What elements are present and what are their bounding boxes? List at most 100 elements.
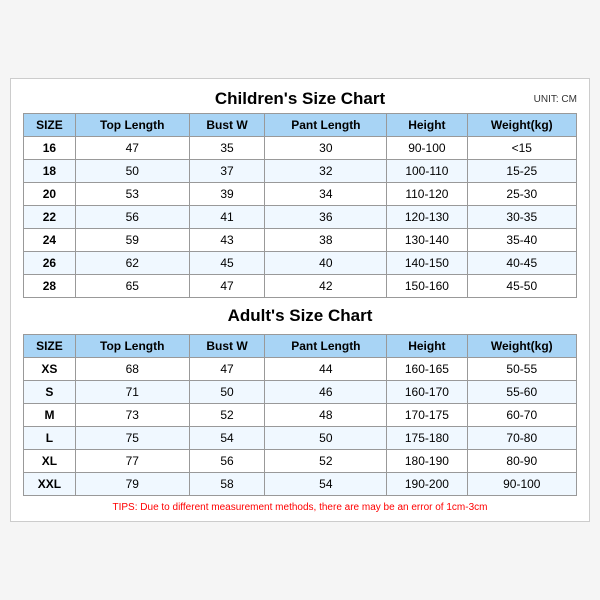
table-cell: 34	[265, 183, 387, 206]
children-col-bust-w: Bust W	[189, 114, 265, 137]
table-cell: 18	[24, 160, 76, 183]
table-cell: 48	[265, 404, 387, 427]
table-cell: XL	[24, 450, 76, 473]
table-cell: 45	[189, 252, 265, 275]
table-cell: L	[24, 427, 76, 450]
table-cell: 47	[75, 137, 189, 160]
table-cell: 71	[75, 381, 189, 404]
table-row: S715046160-17055-60	[24, 381, 577, 404]
table-cell: 54	[265, 473, 387, 496]
table-cell: 39	[189, 183, 265, 206]
table-cell: 41	[189, 206, 265, 229]
table-cell: 170-175	[387, 404, 467, 427]
table-cell: 56	[75, 206, 189, 229]
children-col-weight: Weight(kg)	[467, 114, 576, 137]
adults-col-top-length: Top Length	[75, 335, 189, 358]
table-cell: 54	[189, 427, 265, 450]
table-row: 28654742150-16045-50	[24, 275, 577, 298]
table-cell: 75	[75, 427, 189, 450]
adults-col-height: Height	[387, 335, 467, 358]
table-cell: 65	[75, 275, 189, 298]
table-cell: 36	[265, 206, 387, 229]
table-row: 18503732100-11015-25	[24, 160, 577, 183]
table-row: XS684744160-16550-55	[24, 358, 577, 381]
adults-col-weight: Weight(kg)	[467, 335, 576, 358]
table-cell: 47	[189, 275, 265, 298]
table-cell: 90-100	[467, 473, 576, 496]
adults-col-bust-w: Bust W	[189, 335, 265, 358]
table-cell: S	[24, 381, 76, 404]
table-cell: 42	[265, 275, 387, 298]
table-cell: 15-25	[467, 160, 576, 183]
table-cell: 90-100	[387, 137, 467, 160]
table-row: 22564136120-13030-35	[24, 206, 577, 229]
table-cell: 35-40	[467, 229, 576, 252]
table-cell: 25-30	[467, 183, 576, 206]
table-cell: 32	[265, 160, 387, 183]
adults-section: Adult's Size Chart SIZE Top Length Bust …	[23, 306, 577, 496]
table-row: L755450175-18070-80	[24, 427, 577, 450]
table-cell: 50-55	[467, 358, 576, 381]
table-cell: 160-170	[387, 381, 467, 404]
table-cell: 38	[265, 229, 387, 252]
table-cell: 175-180	[387, 427, 467, 450]
table-row: 24594338130-14035-40	[24, 229, 577, 252]
table-cell: <15	[467, 137, 576, 160]
table-cell: 50	[265, 427, 387, 450]
table-cell: 79	[75, 473, 189, 496]
unit-label: UNIT: CM	[534, 94, 577, 105]
table-cell: 73	[75, 404, 189, 427]
children-table: SIZE Top Length Bust W Pant Length Heigh…	[23, 113, 577, 298]
table-cell: 28	[24, 275, 76, 298]
table-cell: 20	[24, 183, 76, 206]
table-cell: 120-130	[387, 206, 467, 229]
table-row: 20533934110-12025-30	[24, 183, 577, 206]
table-cell: 43	[189, 229, 265, 252]
table-cell: 47	[189, 358, 265, 381]
table-cell: 77	[75, 450, 189, 473]
children-title: Children's Size Chart	[215, 89, 385, 109]
adults-table: SIZE Top Length Bust W Pant Length Heigh…	[23, 334, 577, 496]
children-col-top-length: Top Length	[75, 114, 189, 137]
table-cell: 16	[24, 137, 76, 160]
table-cell: 30-35	[467, 206, 576, 229]
table-cell: 190-200	[387, 473, 467, 496]
table-cell: 59	[75, 229, 189, 252]
table-cell: 80-90	[467, 450, 576, 473]
table-cell: 130-140	[387, 229, 467, 252]
table-cell: 58	[189, 473, 265, 496]
table-cell: 68	[75, 358, 189, 381]
table-cell: 35	[189, 137, 265, 160]
adults-title: Adult's Size Chart	[228, 306, 373, 326]
table-row: M735248170-17560-70	[24, 404, 577, 427]
table-cell: 50	[189, 381, 265, 404]
table-cell: 22	[24, 206, 76, 229]
table-cell: 52	[265, 450, 387, 473]
children-col-pant-length: Pant Length	[265, 114, 387, 137]
table-cell: 40	[265, 252, 387, 275]
table-cell: M	[24, 404, 76, 427]
table-cell: 50	[75, 160, 189, 183]
children-col-size: SIZE	[24, 114, 76, 137]
table-cell: 37	[189, 160, 265, 183]
table-cell: 60-70	[467, 404, 576, 427]
table-cell: 62	[75, 252, 189, 275]
children-header-row: SIZE Top Length Bust W Pant Length Heigh…	[24, 114, 577, 137]
table-cell: 52	[189, 404, 265, 427]
adults-header-row: SIZE Top Length Bust W Pant Length Heigh…	[24, 335, 577, 358]
table-cell: XXL	[24, 473, 76, 496]
table-row: 26624540140-15040-45	[24, 252, 577, 275]
table-cell: 160-165	[387, 358, 467, 381]
table-cell: 110-120	[387, 183, 467, 206]
adults-title-row: Adult's Size Chart	[23, 306, 577, 330]
adults-col-size: SIZE	[24, 335, 76, 358]
table-cell: 70-80	[467, 427, 576, 450]
table-cell: 56	[189, 450, 265, 473]
table-cell: 180-190	[387, 450, 467, 473]
table-row: XL775652180-19080-90	[24, 450, 577, 473]
table-cell: 46	[265, 381, 387, 404]
chart-container: Children's Size Chart UNIT: CM SIZE Top …	[10, 78, 590, 522]
table-cell: 140-150	[387, 252, 467, 275]
table-cell: 53	[75, 183, 189, 206]
table-row: 1647353090-100<15	[24, 137, 577, 160]
